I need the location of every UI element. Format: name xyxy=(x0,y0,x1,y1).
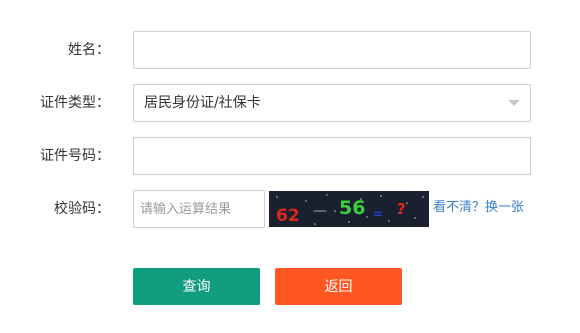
chevron-down-icon xyxy=(508,100,520,106)
captcha-question: ? xyxy=(397,200,406,218)
id-type-selected-value: 居民身份证/社保卡 xyxy=(144,95,261,111)
query-button[interactable]: 查询 xyxy=(133,268,260,305)
name-input[interactable] xyxy=(134,32,530,68)
captcha-label: 校验码： xyxy=(54,201,110,217)
captcha-field[interactable] xyxy=(133,190,265,228)
captcha-operand1: 62 xyxy=(276,206,300,226)
captcha-image[interactable]: 62 — 56 = ? xyxy=(269,191,429,227)
id-number-field[interactable] xyxy=(133,137,531,175)
id-number-input[interactable] xyxy=(134,138,530,174)
back-button[interactable]: 返回 xyxy=(275,268,402,305)
captcha-equals: = xyxy=(373,207,383,221)
id-number-label: 证件号码： xyxy=(40,148,110,164)
captcha-operator: — xyxy=(313,203,327,219)
name-field[interactable] xyxy=(133,31,531,69)
id-type-label: 证件类型： xyxy=(40,95,110,111)
captcha-input[interactable] xyxy=(134,191,264,227)
name-label: 姓名： xyxy=(68,42,110,58)
captcha-svg: 62 — 56 = ? xyxy=(276,194,424,226)
captcha-operand2: 56 xyxy=(339,197,365,219)
id-type-select[interactable]: 居民身份证/社保卡 xyxy=(133,84,531,122)
refresh-captcha-link[interactable]: 看不清？换一张 xyxy=(433,190,524,226)
